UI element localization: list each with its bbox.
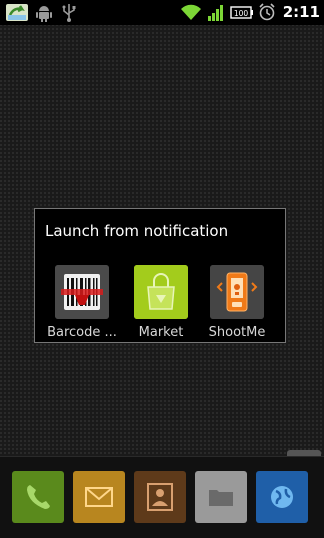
dock xyxy=(0,456,324,538)
dialog-title: Launch from notification xyxy=(45,222,229,240)
wifi-icon xyxy=(180,3,202,22)
usb-icon xyxy=(62,3,76,22)
market-icon xyxy=(134,265,188,319)
mail-icon[interactable] xyxy=(73,471,125,523)
folder-icon[interactable] xyxy=(195,471,247,523)
clock: 2:11 xyxy=(282,3,320,21)
launch-dialog: Launch from notification Barcode ... Mar… xyxy=(34,208,286,343)
app-label: Barcode ... xyxy=(47,325,117,340)
app-label: ShootMe xyxy=(208,325,266,340)
app-label: Market xyxy=(138,325,184,340)
alarm-icon xyxy=(258,3,276,22)
battery-level-text: 100 xyxy=(234,9,249,18)
signal-icon xyxy=(207,3,225,22)
status-bar[interactable]: 100 2:11 xyxy=(0,0,324,25)
battery-icon: 100 xyxy=(230,3,254,22)
notification-app-icon[interactable] xyxy=(5,3,29,22)
app-market[interactable]: Market xyxy=(123,265,199,340)
shootme-icon xyxy=(210,265,264,319)
android-debug-icon xyxy=(35,3,53,22)
app-barcode-scanner[interactable]: Barcode ... xyxy=(44,265,120,340)
app-shootme[interactable]: ShootMe xyxy=(199,265,275,340)
browser-icon[interactable] xyxy=(256,471,308,523)
contacts-icon[interactable] xyxy=(134,471,186,523)
barcode-scanner-icon xyxy=(55,265,109,319)
phone-icon[interactable] xyxy=(12,471,64,523)
